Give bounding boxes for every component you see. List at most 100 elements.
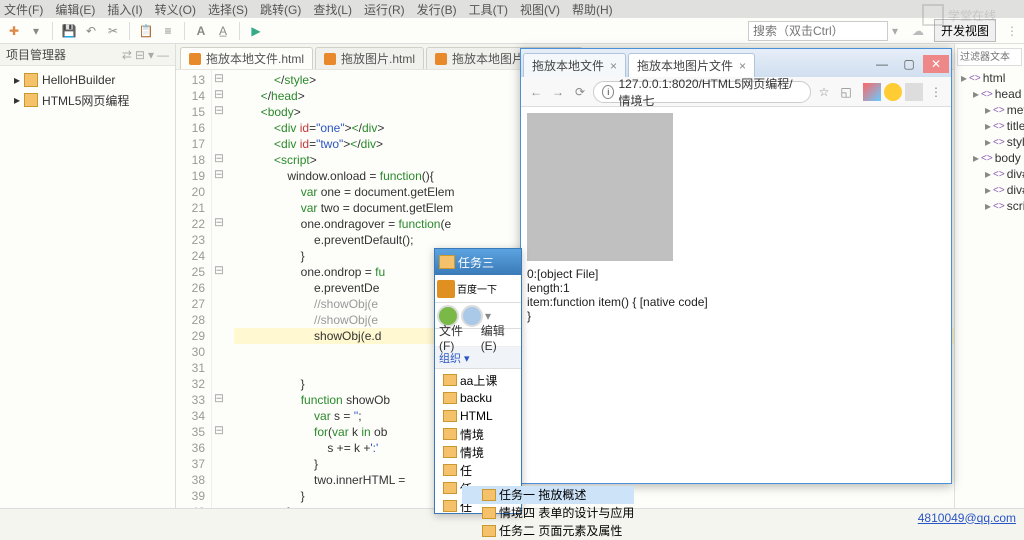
favicon — [437, 280, 455, 298]
menu-item[interactable]: 运行(R) — [364, 1, 405, 18]
explorer-item[interactable]: aa上课 — [435, 371, 521, 389]
close-tab-icon[interactable]: × — [739, 59, 746, 73]
explorer-item[interactable]: 情境 — [435, 425, 521, 443]
maximize-button[interactable]: ▢ — [896, 55, 922, 73]
cut-icon[interactable]: ✂ — [105, 23, 121, 39]
folder-icon — [482, 489, 496, 501]
reload-icon[interactable]: ⟳ — [571, 83, 589, 101]
menu-icon[interactable]: ▾ — [148, 48, 154, 62]
close-tab-icon[interactable]: × — [610, 59, 617, 73]
minimize-button[interactable]: — — [869, 55, 895, 73]
file-icon — [189, 53, 201, 65]
menu-item[interactable]: 工具(T) — [469, 1, 508, 18]
explorer-menu-item[interactable]: 编辑(E) — [481, 322, 517, 353]
paste-icon[interactable]: 📋 — [138, 23, 154, 39]
addr-text: 百度一下 — [457, 281, 497, 296]
forward-icon[interactable]: → — [549, 83, 567, 101]
outline-node[interactable]: ▸<>title — [957, 118, 1022, 134]
menu-item[interactable]: 跳转(G) — [260, 1, 301, 18]
outline-node[interactable]: ▸<>body — [957, 150, 1022, 166]
explorer-item[interactable]: 任务一 拖放概述 — [462, 486, 634, 504]
editor-tab[interactable]: 拖放本地文件.html — [180, 47, 313, 69]
panel-title: 项目管理器 — [6, 46, 66, 63]
project-panel-header: 项目管理器 ⇄ ⊟ ▾ — — [0, 44, 175, 66]
outline-node[interactable]: ▸<>meta — [957, 102, 1022, 118]
qr-icon[interactable]: ◱ — [837, 83, 855, 101]
browser-window: 拖放本地文件×拖放本地图片文件× — ▢ ✕ ← → ⟳ i 127.0.0.1… — [520, 48, 952, 484]
close-button[interactable]: ✕ — [923, 55, 949, 73]
explorer-menu-item[interactable]: 文件(F) — [439, 322, 475, 353]
outline-node[interactable]: ▸<>style — [957, 134, 1022, 150]
explorer-item[interactable]: 任 — [435, 461, 521, 479]
explorer-item[interactable]: 情境四 表单的设计与应用 — [462, 504, 634, 522]
outline-node[interactable]: ▸<>div# — [957, 182, 1022, 198]
browser-tab[interactable]: 拖放本地文件× — [523, 53, 626, 77]
outline-node[interactable]: ▸<>scrip — [957, 198, 1022, 214]
outline-node[interactable]: ▸<>head — [957, 86, 1022, 102]
browser-titlebar[interactable]: 拖放本地文件×拖放本地图片文件× — ▢ ✕ — [521, 49, 951, 77]
back-icon[interactable]: ← — [527, 83, 545, 101]
play-icon[interactable]: ▶ — [248, 23, 264, 39]
status-email[interactable]: 4810049@qq.com — [918, 511, 1016, 525]
menu-item[interactable]: 插入(I) — [107, 1, 142, 18]
outline-node[interactable]: ▸<>div# — [957, 166, 1022, 182]
new-icon[interactable]: ✚ — [6, 23, 22, 39]
case-icon[interactable]: A — [193, 23, 209, 39]
outline-node[interactable]: ▸<>html — [957, 70, 1022, 86]
save-icon[interactable]: 💾 — [61, 23, 77, 39]
project-tree[interactable]: ▸ HelloHBuilder▸ HTML5网页编程 — [0, 66, 175, 114]
ext3-icon[interactable] — [905, 83, 923, 101]
ext2-icon[interactable] — [884, 83, 902, 101]
dropdown-icon[interactable]: ▾ — [28, 23, 44, 39]
project-item[interactable]: ▸ HelloHBuilder — [6, 70, 169, 90]
menu-item[interactable]: 查找(L) — [313, 1, 352, 18]
output-two: 0:[object File]length:1item:function ite… — [527, 267, 945, 323]
outline-filter[interactable] — [957, 48, 1022, 66]
link-icon[interactable]: ⇄ — [122, 48, 132, 62]
explorer-address: 百度一下 — [435, 275, 521, 303]
star-icon[interactable]: ☆ — [815, 83, 833, 101]
menu-item[interactable]: 转义(O) — [155, 1, 196, 18]
folder-icon — [439, 255, 455, 269]
search-input[interactable] — [748, 21, 888, 41]
menu-item[interactable]: 选择(S) — [208, 1, 248, 18]
explorer-titlebar[interactable]: 任务三 — [435, 249, 521, 275]
browser-tab[interactable]: 拖放本地图片文件× — [628, 53, 755, 77]
dev-view-button[interactable]: 开发视图 — [934, 19, 996, 42]
more-icon[interactable]: ⋮ — [1006, 24, 1018, 38]
menu-item[interactable]: 视图(V) — [520, 1, 560, 18]
project-item[interactable]: ▸ HTML5网页编程 — [6, 90, 169, 110]
menu-dots-icon[interactable]: ⋮ — [927, 83, 945, 101]
explorer-item[interactable]: HTML — [435, 407, 521, 425]
folder-icon — [443, 464, 457, 476]
browser-content: 0:[object File]length:1item:function ite… — [521, 107, 951, 483]
folder-icon — [443, 392, 457, 404]
site-info-icon[interactable]: i — [602, 85, 614, 99]
align-icon[interactable]: ≡ — [160, 23, 176, 39]
search-opts-icon[interactable]: ▾ — [892, 24, 898, 38]
explorer-menubar[interactable]: 文件(F)编辑(E) — [435, 329, 521, 347]
menu-item[interactable]: 文件(F) — [4, 1, 43, 18]
explorer-item[interactable]: backu — [435, 389, 521, 407]
collapse-icon[interactable]: ⊟ — [135, 48, 145, 62]
font-icon[interactable]: A̲ — [215, 23, 231, 39]
explorer-item[interactable]: 任务二 页面元素及属性 — [462, 522, 634, 540]
menu-item[interactable]: 编辑(E) — [55, 1, 95, 18]
address-bar[interactable]: i 127.0.0.1:8020/HTML5网页编程/情境七 — [593, 81, 811, 103]
back-icon[interactable]: ↶ — [83, 23, 99, 39]
editor-tab[interactable]: 拖放图片.html — [315, 47, 424, 69]
fold-column[interactable]: ⊟⊟⊟⊟⊟⊟⊟⊟⊟ — [212, 70, 226, 508]
breadcrumb-dropdown[interactable]: ▾ — [485, 309, 491, 323]
outline-tree[interactable]: ▸<>html▸<>head▸<>meta▸<>title▸<>style▸<>… — [957, 70, 1022, 214]
menu-item[interactable]: 发行(B) — [417, 1, 457, 18]
folder-icon — [443, 446, 457, 458]
explorer-title: 任务三 — [458, 254, 494, 271]
ext1-icon[interactable] — [863, 83, 881, 101]
folder-icon — [443, 374, 457, 386]
dropzone-one[interactable] — [527, 113, 673, 261]
explorer-item[interactable]: 情境 — [435, 443, 521, 461]
min-icon[interactable]: — — [157, 48, 169, 62]
cloud-icon[interactable]: ☁ — [912, 24, 924, 38]
menu-item[interactable]: 帮助(H) — [572, 1, 613, 18]
folder-icon — [24, 73, 38, 87]
